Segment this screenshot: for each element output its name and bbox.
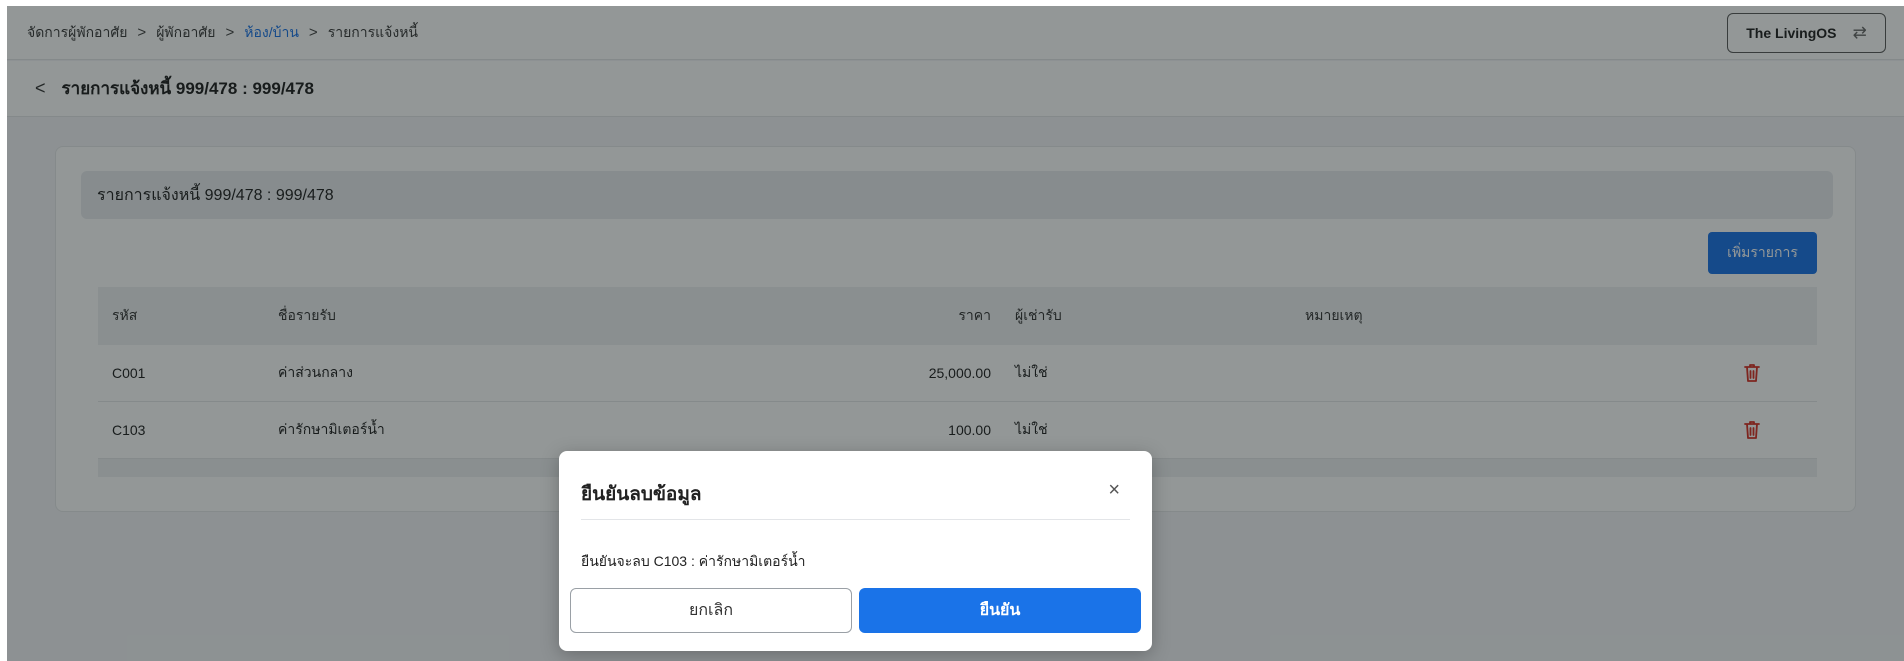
dialog-title: ยืนยันลบข้อมูล (581, 484, 702, 505)
close-icon[interactable]: × (1108, 479, 1120, 502)
confirm-delete-dialog: ยืนยันลบข้อมูล × ยืนยันจะลบ C103 : ค่ารั… (559, 451, 1152, 651)
cancel-button[interactable]: ยกเลิก (570, 588, 852, 633)
dialog-divider (581, 519, 1130, 520)
confirm-button[interactable]: ยืนยัน (859, 588, 1141, 633)
dialog-message: ยืนยันจะลบ C103 : ค่ารักษามิเตอร์น้ำ (581, 553, 806, 569)
